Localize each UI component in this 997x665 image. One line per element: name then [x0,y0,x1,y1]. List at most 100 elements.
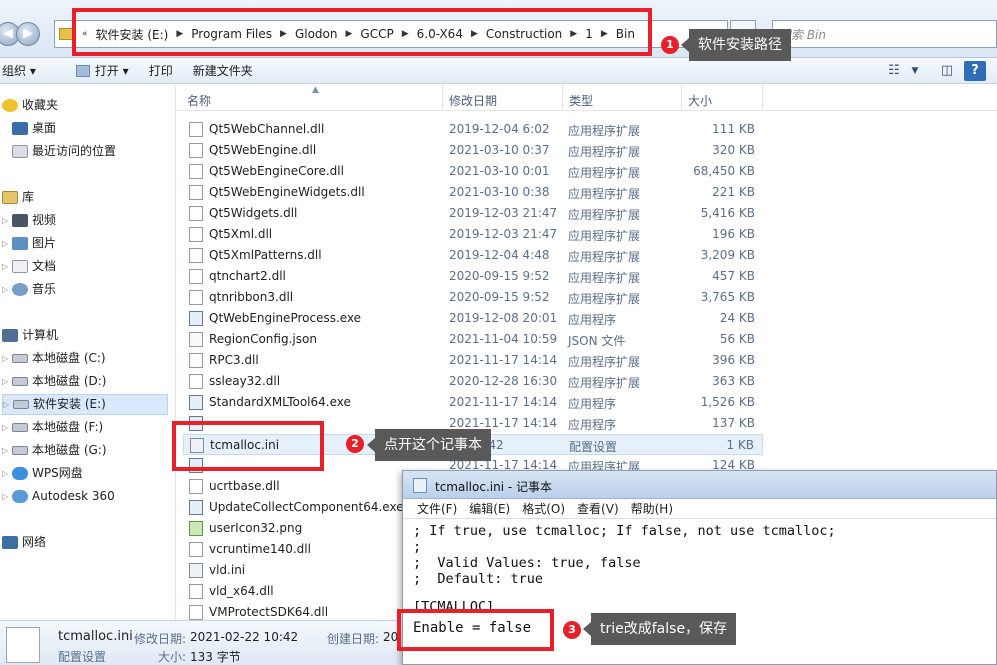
details-size-label: 大小: [158,650,187,664]
nav-music[interactable]: ▷ 音乐 [2,279,56,300]
nav-autodesk[interactable]: ▷ Autodesk 360 [2,486,115,507]
command-toolbar: 组织 ▾ 打开 ▾ 打印 新建文件夹 ☷ ▼ ◫ ? [0,58,997,84]
nav-network[interactable]: 网络 [2,532,46,553]
column-type[interactable]: 类型 [569,92,593,109]
nav-drive-e[interactable]: ▷ 软件安装 (E:) [2,394,168,415]
column-header: 名称 ▲ 修改日期 类型 大小 [177,85,997,111]
nav-favorites[interactable]: 收藏夹 [2,95,58,116]
file-row[interactable]: Qt5Widgets.dll 2019-12-03 21:47 应用程序扩展 5,41… [183,203,763,224]
print-button[interactable]: 打印 [139,62,183,79]
file-type: 应用程序扩展 [568,355,641,369]
nav-recent[interactable]: 最近访问的位置 [12,141,116,162]
expand-arrow-icon[interactable]: ▷ [3,394,11,415]
file-type: 应用程序扩展 [568,208,641,222]
organize-button[interactable]: 组织 ▾ [0,62,46,79]
dll-file-icon [189,248,203,263]
dll-file-icon [189,353,203,368]
file-date: 2019-12-04 4:48 [449,248,550,262]
nav-drive-g[interactable]: ▷ 本地磁盘 (G:) [2,440,107,461]
file-row[interactable]: Qt5XmlPatterns.dll 2019-12-04 4:48 应用程序扩展 3… [183,245,763,266]
nav-drive-f[interactable]: ▷ 本地磁盘 (F:) [2,417,103,438]
expand-arrow-icon[interactable]: ▷ [2,463,10,484]
file-size: 221 KB [712,185,755,199]
forward-icon[interactable]: ▶ [16,22,40,46]
file-date: 2021-03-10 0:38 [449,185,550,199]
open-icon [75,65,90,77]
menu-edit[interactable]: 编辑(E) [463,500,516,517]
json-file-icon [189,332,203,347]
new-folder-button[interactable]: 新建文件夹 [183,62,263,79]
open-button[interactable]: 打开 ▾ [66,62,139,79]
file-name: StandardXMLTool64.exe [209,395,351,409]
notepad-icon [413,478,427,493]
notepad-titlebar[interactable]: tcmalloc.ini - 记事本 [403,471,996,499]
expand-arrow-icon[interactable]: ▷ [2,417,10,438]
file-name: vld_x64.dll [209,584,274,598]
file-name: qtnchart2.dll [209,269,286,283]
expand-arrow-icon[interactable]: ▷ [2,440,10,461]
file-row[interactable]: Qt5Xml.dll 2019-12-03 21:47 应用程序扩展 196 KB [183,224,763,245]
recent-places-icon [12,145,28,158]
file-row[interactable]: RegionConfig.json 2021-11-04 10:59 JSON 文件… [183,329,763,350]
file-size: 3,209 KB [700,248,755,262]
file-type: 应用程序扩展 [568,187,641,201]
file-name: qtnribbon3.dll [209,290,294,304]
sort-arrow-icon: ▲ [312,85,319,95]
file-type: 应用程序扩展 [568,229,641,243]
music-icon [12,283,28,296]
file-date: 2020-09-15 9:52 [449,290,550,304]
ini-file-icon [6,627,40,663]
help-icon[interactable]: ? [964,61,986,81]
expand-arrow-icon[interactable]: ▷ [2,210,10,231]
nav-wps-drive[interactable]: ▷ WPS网盘 [2,463,83,484]
search-input[interactable]: 搜索 Bin [772,20,997,48]
expand-arrow-icon[interactable]: ▷ [2,348,10,369]
file-name: vld.ini [209,563,246,577]
details-created-label: 创建日期: [327,632,380,646]
column-date[interactable]: 修改日期 [449,92,497,109]
file-row[interactable]: Qt5WebEngineWidgets.dll 2021-03-10 0:38 应用… [183,182,763,203]
file-row[interactable]: Qt5WebEngine.dll 2021-03-10 0:37 应用程序扩展 320… [183,140,763,161]
view-options-icon[interactable]: ☷ [883,61,905,81]
video-icon [12,214,28,227]
menu-file[interactable]: 文件(F) [411,500,463,517]
file-row[interactable]: qtnchart2.dll 2020-09-15 9:52 应用程序扩展 457 KB [183,266,763,287]
nav-videos[interactable]: ▷ 视频 [2,210,56,231]
file-row[interactable]: Qt5WebEngineCore.dll 2021-03-10 0:01 应用程序扩… [183,161,763,182]
nav-documents[interactable]: ▷ 文档 [2,256,56,277]
view-dropdown-icon[interactable]: ▼ [904,61,926,81]
menu-format[interactable]: 格式(O) [516,500,571,517]
notepad-text-comments[interactable]: ; If true, use tcmalloc; If false, not u… [413,523,836,587]
file-type: 应用程序扩展 [568,250,641,264]
nav-computer[interactable]: 计算机 [2,325,58,346]
expand-arrow-icon[interactable]: ▷ [2,486,10,507]
column-name[interactable]: 名称 [187,92,211,109]
file-size: 1,526 KB [700,395,755,409]
exe-file-icon [189,395,203,410]
expand-arrow-icon[interactable]: ▷ [2,256,10,277]
dll-file-icon [189,185,203,200]
preview-pane-icon[interactable]: ◫ [936,61,958,81]
notepad-menubar: 文件(F) 编辑(E) 格式(O) 查看(V) 帮助(H) [403,499,996,519]
nav-drive-c[interactable]: ▷ 本地磁盘 (C:) [2,348,106,369]
file-row[interactable]: ssleay32.dll 2020-12-28 16:30 应用程序扩展 363 KB [183,371,763,392]
file-row[interactable]: Qt5WebChannel.dll 2019-12-04 6:02 应用程序扩展 11… [183,119,763,140]
nav-drive-d[interactable]: ▷ 本地磁盘 (D:) [2,371,106,392]
expand-arrow-icon[interactable]: ▷ [2,279,10,300]
path-highlight-box [72,8,652,56]
file-row[interactable]: StandardXMLTool64.exe 2021-11-17 14:14 应用程… [183,392,763,413]
nav-pictures[interactable]: ▷ 图片 [2,233,56,254]
file-name: QtWebEngineProcess.exe [209,311,362,325]
menu-help[interactable]: 帮助(H) [625,500,679,517]
star-icon [2,99,18,112]
column-size[interactable]: 大小 [688,92,712,109]
nav-desktop[interactable]: 桌面 [12,118,56,139]
file-row[interactable]: qtnribbon3.dll 2020-09-15 9:52 应用程序扩展 3,765… [183,287,763,308]
expand-arrow-icon[interactable]: ▷ [2,371,10,392]
nav-libraries[interactable]: 库 [2,187,34,208]
expand-arrow-icon[interactable]: ▷ [2,233,10,254]
file-row[interactable]: QtWebEngineProcess.exe 2019-12-08 20:01 应用… [183,308,763,329]
menu-view[interactable]: 查看(V) [571,500,625,517]
file-row[interactable]: RPC3.dll 2021-11-17 14:14 应用程序扩展 396 KB [183,350,763,371]
file-type: JSON 文件 [568,334,626,348]
